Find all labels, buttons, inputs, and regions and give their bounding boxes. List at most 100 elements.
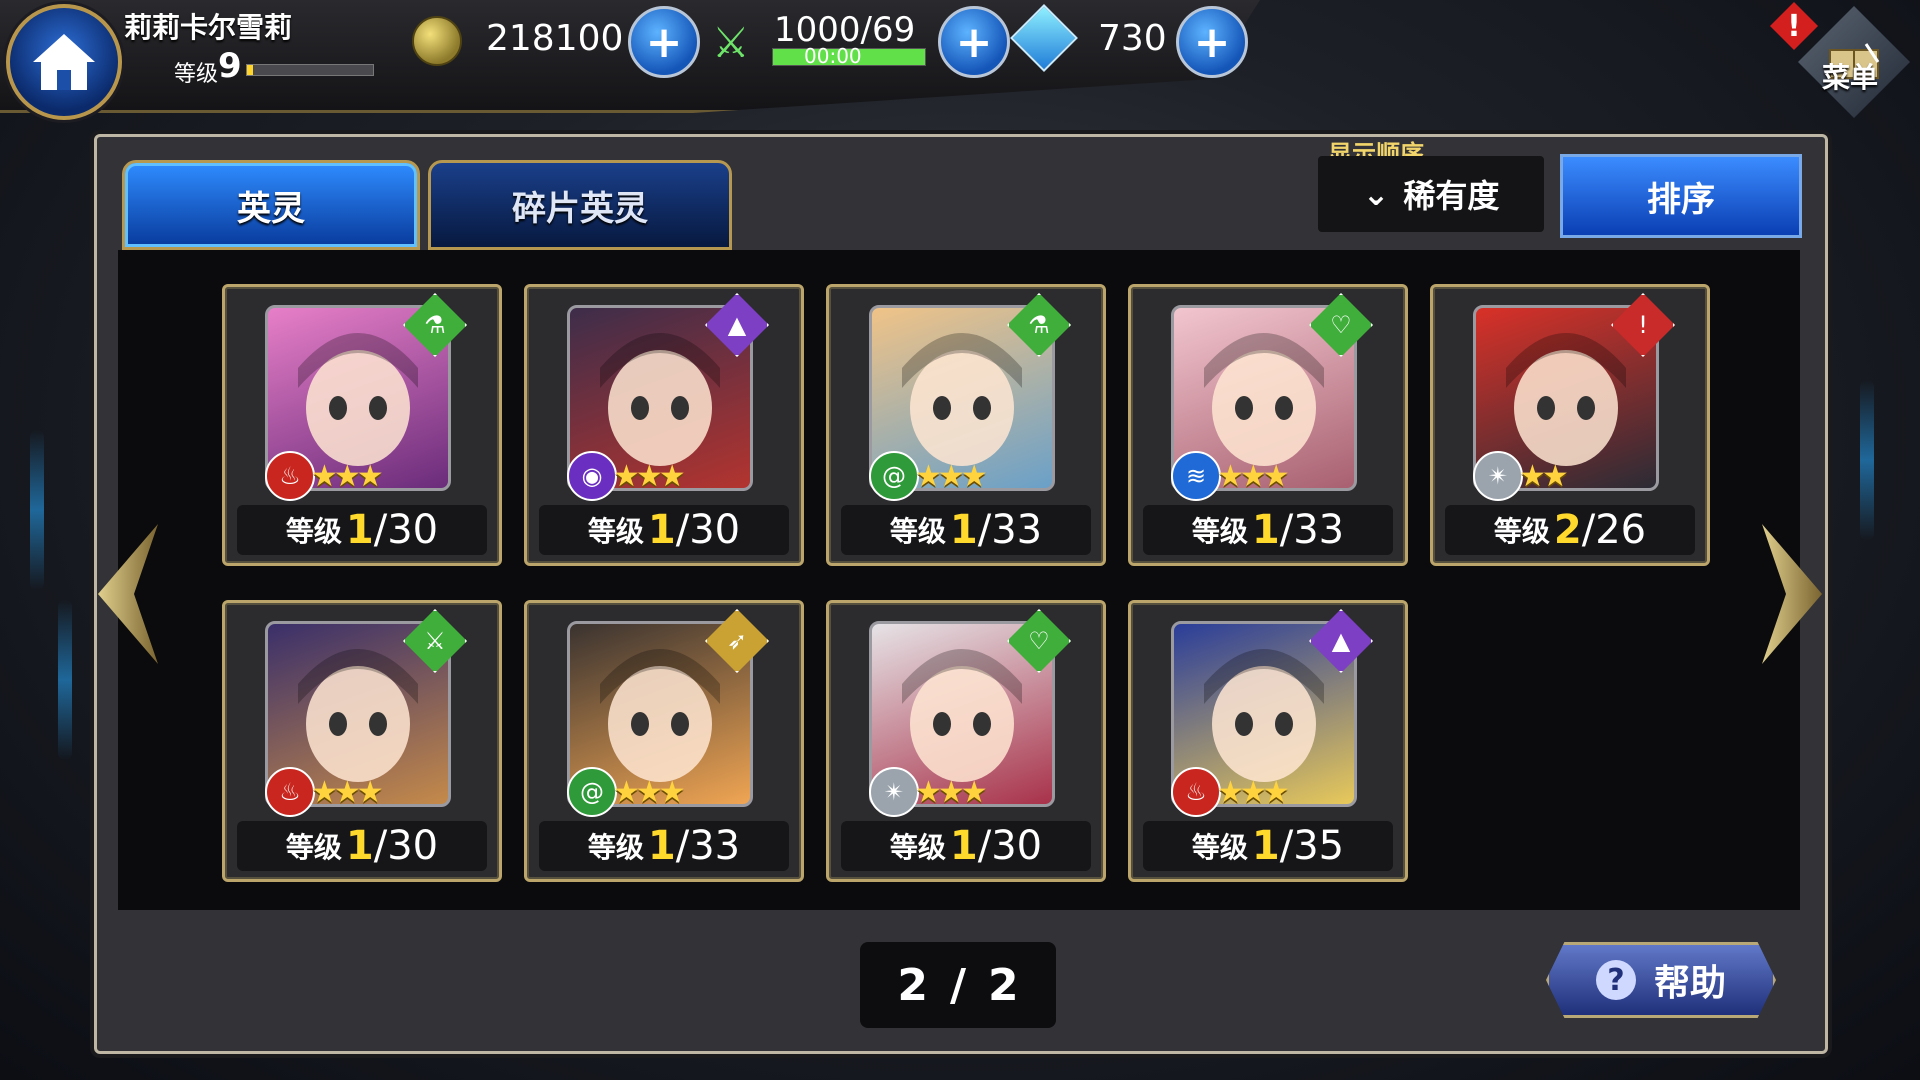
player-level: 9 bbox=[218, 46, 242, 86]
question-icon: ? bbox=[1595, 960, 1636, 1000]
element-glyph: ♨ bbox=[1185, 778, 1207, 806]
hero-level: 等级 1/30 bbox=[237, 505, 487, 555]
hero-card[interactable]: ▲ ♨ ★★★ 等级 1/35 bbox=[1128, 600, 1408, 882]
light-icon: ✴ bbox=[1473, 451, 1523, 501]
help-label: 帮助 bbox=[1653, 963, 1726, 1004]
hero-level: 等级 1/33 bbox=[841, 505, 1091, 555]
wind-icon: @ bbox=[869, 451, 919, 501]
hero-level-label: 等级 bbox=[285, 515, 342, 548]
tab-hero-fragments[interactable]: 碎片英灵 bbox=[428, 160, 732, 250]
hero-level-current: 2 bbox=[1553, 507, 1582, 553]
hero-level-label: 等级 bbox=[1191, 515, 1248, 548]
hero-level: 等级 1/30 bbox=[539, 505, 789, 555]
hero-level: 等级 1/30 bbox=[237, 821, 487, 871]
hero-level-max: 35 bbox=[1293, 823, 1345, 869]
hero-level: 等级 2/26 bbox=[1445, 505, 1695, 555]
hero-level-max: 26 bbox=[1595, 507, 1647, 553]
sort-order-dropdown[interactable]: ⌄ 稀有度 bbox=[1318, 156, 1544, 232]
home-button[interactable] bbox=[6, 4, 122, 120]
element-glyph: @ bbox=[580, 778, 604, 806]
hero-level-current: 1 bbox=[949, 823, 978, 869]
hero-level-separator: / bbox=[1581, 507, 1596, 553]
element-glyph: ♨ bbox=[279, 462, 301, 490]
alert-icon[interactable]: ! bbox=[1770, 2, 1818, 50]
add-stamina-button[interactable]: + bbox=[938, 6, 1010, 78]
hero-card[interactable]: ⚗ ♨ ★★★ 等级 1/30 bbox=[222, 284, 502, 566]
hero-level-label: 等级 bbox=[587, 831, 644, 864]
add-gems-button[interactable]: + bbox=[1176, 6, 1248, 78]
rarity-stars: ★★★ bbox=[915, 775, 988, 810]
exp-bar bbox=[246, 64, 374, 76]
add-gold-button[interactable]: + bbox=[628, 6, 700, 78]
class-glyph: ⚗ bbox=[424, 311, 446, 339]
hero-level-separator: / bbox=[977, 507, 992, 553]
rarity-stars: ★★★ bbox=[1217, 775, 1290, 810]
fire-icon: ♨ bbox=[1171, 767, 1221, 817]
hero-level-current: 1 bbox=[647, 823, 676, 869]
page-indicator: 2 / 2 bbox=[860, 942, 1056, 1028]
hero-level-max: 30 bbox=[387, 823, 439, 869]
element-glyph: ✴ bbox=[1487, 462, 1509, 490]
element-glyph: ✴ bbox=[883, 778, 905, 806]
hero-level-label: 等级 bbox=[889, 831, 946, 864]
player-level-label: 等级 bbox=[174, 62, 219, 87]
hero-level-label: 等级 bbox=[587, 515, 644, 548]
rarity-stars: ★★★ bbox=[915, 459, 988, 494]
hero-level-current: 1 bbox=[1251, 823, 1280, 869]
class-glyph: ▲ bbox=[727, 311, 747, 339]
exp-bar-fill bbox=[247, 65, 254, 75]
hero-card[interactable]: ➶ @ ★★★ 等级 1/33 bbox=[524, 600, 804, 882]
current-page: 2 bbox=[897, 959, 928, 1011]
hero-level-current: 1 bbox=[949, 507, 978, 553]
hero-level-current: 1 bbox=[647, 507, 676, 553]
hero-level-separator: / bbox=[373, 823, 388, 869]
light-icon: ✴ bbox=[869, 767, 919, 817]
class-glyph: ! bbox=[1638, 311, 1648, 339]
hero-level-separator: / bbox=[1279, 823, 1294, 869]
wind-icon: @ bbox=[567, 767, 617, 817]
sort-button[interactable]: 排序 bbox=[1560, 154, 1802, 238]
background-glow bbox=[30, 430, 44, 590]
rarity-stars: ★★★ bbox=[613, 459, 686, 494]
crossed-swords-icon: ⚔ bbox=[712, 18, 750, 67]
hero-card[interactable]: ▲ ◉ ★★★ 等级 1/30 bbox=[524, 284, 804, 566]
hero-card[interactable]: ♡ ✴ ★★★ 等级 1/30 bbox=[826, 600, 1106, 882]
sort-order-value: 稀有度 bbox=[1403, 177, 1500, 215]
hero-level-max: 33 bbox=[689, 823, 741, 869]
gem-amount: 730 bbox=[1098, 18, 1167, 59]
class-glyph: ♡ bbox=[1330, 311, 1352, 339]
hero-card[interactable]: ! ✴ ★★ 等级 2/26 bbox=[1430, 284, 1710, 566]
hero-level-max: 33 bbox=[1293, 507, 1345, 553]
eye-icon: ◉ bbox=[567, 451, 617, 501]
player-name: 莉莉卡尔雪莉 bbox=[124, 11, 293, 44]
rarity-stars: ★★★ bbox=[311, 459, 384, 494]
total-pages: 2 bbox=[988, 959, 1019, 1011]
gold-amount: 218100 bbox=[486, 18, 624, 59]
hero-card[interactable]: ♡ ≋ ★★★ 等级 1/33 bbox=[1128, 284, 1408, 566]
hero-level-label: 等级 bbox=[1191, 831, 1248, 864]
hero-level-current: 1 bbox=[345, 823, 374, 869]
element-glyph: ≋ bbox=[1185, 462, 1207, 490]
house-icon bbox=[33, 34, 95, 90]
hero-card[interactable]: ⚔ ♨ ★★★ 等级 1/30 bbox=[222, 600, 502, 882]
hero-level-max: 33 bbox=[991, 507, 1043, 553]
chevron-down-icon: ⌄ bbox=[1362, 175, 1390, 213]
hero-level: 等级 1/30 bbox=[841, 821, 1091, 871]
rarity-stars: ★★★ bbox=[613, 775, 686, 810]
tab-heroes[interactable]: 英灵 bbox=[122, 160, 420, 250]
hero-level-current: 1 bbox=[345, 507, 374, 553]
rarity-stars: ★★★ bbox=[1217, 459, 1290, 494]
water-icon: ≋ bbox=[1171, 451, 1221, 501]
hero-level-max: 30 bbox=[387, 507, 439, 553]
menu-label[interactable]: 菜单 bbox=[1822, 56, 1878, 96]
hero-level-separator: / bbox=[1279, 507, 1294, 553]
hero-card[interactable]: ⚗ @ ★★★ 等级 1/33 bbox=[826, 284, 1106, 566]
rarity-stars: ★★ bbox=[1519, 459, 1569, 494]
element-glyph: ♨ bbox=[279, 778, 301, 806]
hero-level-label: 等级 bbox=[889, 515, 946, 548]
background-glow bbox=[58, 600, 72, 760]
gold-coin-icon bbox=[412, 16, 462, 66]
help-button[interactable]: ? 帮助 bbox=[1546, 942, 1776, 1018]
class-glyph: ♡ bbox=[1028, 627, 1050, 655]
class-glyph: ▲ bbox=[1331, 627, 1351, 655]
